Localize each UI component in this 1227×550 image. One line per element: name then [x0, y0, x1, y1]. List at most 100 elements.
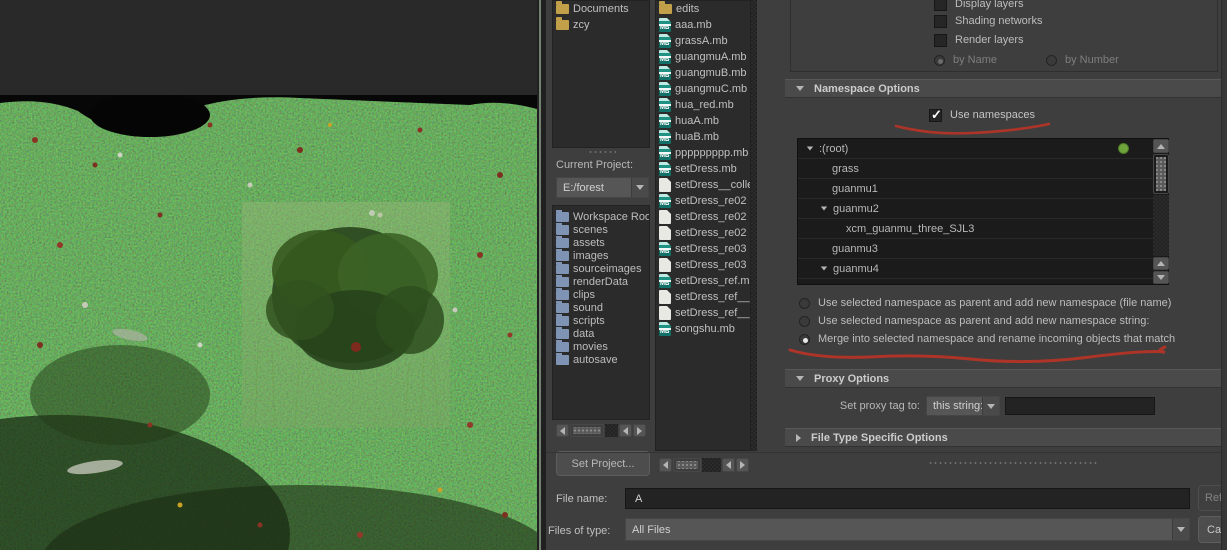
file-name-input[interactable] — [625, 488, 1190, 509]
list-item-place[interactable]: zcy — [553, 17, 649, 33]
scrollbar-thumb[interactable] — [1153, 154, 1169, 194]
list-item-workspace-folder[interactable]: scenes — [553, 223, 649, 236]
radio-button[interactable] — [799, 333, 810, 345]
list-item-workspace-folder[interactable]: movies — [553, 340, 649, 353]
folder-icon — [556, 210, 569, 222]
tree-expander-icon[interactable] — [820, 206, 828, 211]
file-list-scrollbar[interactable] — [659, 458, 749, 472]
list-item-file[interactable]: songshu.mb — [656, 321, 750, 337]
namespace-tree-scrollbar[interactable] — [1153, 139, 1169, 284]
current-project-dropdown[interactable]: E:/forest — [556, 177, 649, 198]
proxy-tag-input[interactable] — [1005, 397, 1155, 415]
namespace-tree-item[interactable]: grass — [798, 159, 1153, 179]
scroll-left-icon[interactable] — [556, 424, 569, 437]
use-namespaces-checkbox[interactable] — [929, 107, 942, 123]
list-item-file[interactable]: setDress_re03 — [656, 241, 750, 257]
list-item-file[interactable]: huaA.mb — [656, 113, 750, 129]
viewport-3d[interactable] — [0, 0, 537, 550]
list-item-file[interactable]: ppppppppp.mb — [656, 145, 750, 161]
list-item-workspace-folder[interactable]: Workspace Roo — [553, 210, 649, 223]
list-item-workspace-folder[interactable]: renderData — [553, 275, 649, 288]
use-namespaces-row[interactable]: Use namespaces — [929, 106, 1035, 124]
list-item-place[interactable]: Documents — [553, 1, 649, 17]
checkbox-row-render-layers[interactable]: Render layers — [934, 31, 1023, 49]
namespace-tree-item[interactable]: :(root) — [798, 139, 1153, 159]
tree-expander-icon[interactable] — [820, 266, 828, 271]
scroll-left-icon[interactable] — [722, 458, 735, 472]
list-item-file[interactable]: guangmuB.mb — [656, 65, 750, 81]
scroll-right-icon[interactable] — [736, 458, 749, 472]
namespace-tree-item[interactable]: guanmu4 — [798, 259, 1153, 279]
list-item-workspace-folder[interactable]: assets — [553, 236, 649, 249]
list-item-file[interactable]: edits — [656, 1, 750, 17]
set-project-button[interactable]: Set Project... — [556, 451, 650, 476]
list-item-file[interactable]: setDress_re02 — [656, 193, 750, 209]
proxy-options-header[interactable]: Proxy Options — [785, 369, 1221, 388]
file-type-options-header[interactable]: File Type Specific Options — [785, 428, 1221, 447]
list-item-file[interactable]: grassA.mb — [656, 33, 750, 49]
list-item-file[interactable]: setDress_re02 — [656, 209, 750, 225]
render-layers-checkbox[interactable] — [934, 33, 947, 47]
radio-row-by-name[interactable]: by Name — [934, 51, 997, 69]
list-item-workspace-folder[interactable]: images — [553, 249, 649, 262]
list-item-workspace-folder[interactable]: data — [553, 327, 649, 340]
list-item-file[interactable]: setDress_re02 — [656, 225, 750, 241]
collapse-arrow-icon — [796, 86, 804, 91]
list-item-file[interactable]: guangmuA.mb — [656, 49, 750, 65]
file-list-vscroll-track[interactable] — [751, 0, 757, 451]
list-item-file[interactable]: huaB.mb — [656, 129, 750, 145]
radio-button[interactable] — [799, 315, 810, 327]
chevron-down-icon — [631, 178, 648, 197]
list-item-workspace-folder[interactable]: scripts — [553, 314, 649, 327]
namespace-tree-item[interactable]: guanmu2 — [798, 199, 1153, 219]
list-item-file[interactable]: setDress__colle — [656, 177, 750, 193]
namespace-tree-item[interactable]: xcm_guanmu_three_SJL3 — [798, 219, 1153, 239]
list-item-file[interactable]: setDress_re03 — [656, 257, 750, 273]
splitter-grip[interactable] — [928, 461, 1098, 466]
by-number-radio[interactable] — [1046, 54, 1057, 66]
scrollbar-track[interactable] — [1153, 195, 1169, 256]
checkbox-row-shading-networks[interactable]: Shading networks — [934, 12, 1042, 30]
list-item-file[interactable]: setDress_ref__ — [656, 289, 750, 305]
radio-button[interactable] — [799, 297, 810, 309]
display-layers-checkbox[interactable] — [934, 0, 947, 11]
scrollbar-thumb[interactable] — [570, 424, 604, 437]
radio-row-by-number[interactable]: by Number — [1046, 51, 1119, 69]
panel-resize-grip[interactable] — [588, 150, 616, 155]
list-item-file[interactable]: setDress.mb — [656, 161, 750, 177]
namespace-options-header[interactable]: Namespace Options — [785, 79, 1221, 98]
scroll-up-icon[interactable] — [1153, 257, 1169, 270]
list-item-file[interactable]: setDress_ref__ — [656, 305, 750, 321]
scrollbar-track[interactable] — [702, 458, 721, 472]
namespace-tree-item[interactable]: guanmu3 — [798, 239, 1153, 259]
namespace-radio-option[interactable]: Use selected namespace as parent and add… — [799, 294, 1171, 312]
namespace-radio-option[interactable]: Merge into selected namespace and rename… — [799, 330, 1175, 348]
file-name-label: setDress_re03 — [675, 243, 747, 255]
list-item-file[interactable]: guangmuC.mb — [656, 81, 750, 97]
workspace-folder-label: scripts — [573, 314, 605, 327]
places-scrollbar[interactable] — [556, 424, 646, 437]
scroll-left-icon[interactable] — [619, 424, 632, 437]
list-item-file[interactable]: aaa.mb — [656, 17, 750, 33]
proxy-tag-dropdown[interactable]: this string: — [926, 396, 1000, 416]
namespace-radio-option[interactable]: Use selected namespace as parent and add… — [799, 312, 1149, 330]
shading-networks-checkbox[interactable] — [934, 14, 947, 28]
namespace-tree-item[interactable]: guanmu1 — [798, 179, 1153, 199]
scroll-left-icon[interactable] — [659, 458, 672, 472]
list-item-workspace-folder[interactable]: sourceimages — [553, 262, 649, 275]
list-item-file[interactable]: setDress_ref.m — [656, 273, 750, 289]
file-name-label: aaa.mb — [675, 19, 712, 31]
scroll-down-icon[interactable] — [1153, 271, 1169, 284]
tree-expander-icon[interactable] — [806, 146, 814, 151]
scroll-up-icon[interactable] — [1153, 139, 1169, 153]
scroll-right-icon[interactable] — [633, 424, 646, 437]
list-item-workspace-folder[interactable]: autosave — [553, 353, 649, 366]
files-of-type-dropdown[interactable]: All Files — [625, 518, 1190, 541]
scrollbar-thumb[interactable] — [673, 458, 701, 472]
scrollbar-track[interactable] — [605, 424, 618, 437]
list-item-workspace-folder[interactable]: clips — [553, 288, 649, 301]
expand-arrow-icon — [796, 433, 801, 442]
list-item-workspace-folder[interactable]: sound — [553, 301, 649, 314]
list-item-file[interactable]: hua_red.mb — [656, 97, 750, 113]
by-name-radio[interactable] — [934, 54, 945, 66]
